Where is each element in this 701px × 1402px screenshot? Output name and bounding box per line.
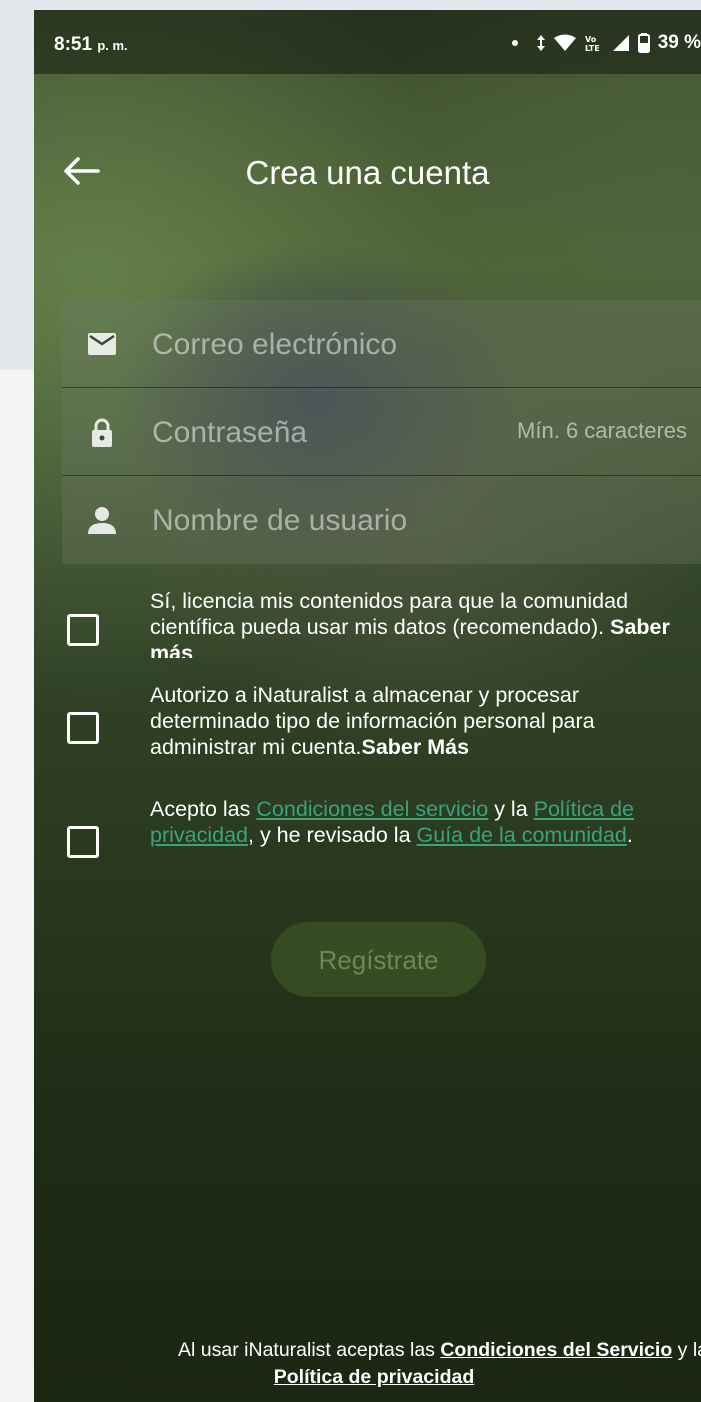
- wifi-icon: [553, 34, 576, 51]
- username-field-row: [62, 476, 701, 565]
- lock-icon: [92, 418, 112, 447]
- register-button[interactable]: Regístrate: [271, 922, 486, 997]
- terms-of-service-link[interactable]: Condiciones del servicio: [256, 797, 488, 821]
- terms-consent-text: Acepto las Condiciones del servicio y la…: [150, 797, 635, 847]
- svg-text:Vo: Vo: [585, 35, 597, 44]
- svg-text:LTE: LTE: [585, 44, 600, 53]
- volte-icon: VoLTE: [585, 35, 600, 53]
- status-bar: 8:51 p. m. Vo LTE 39 %: [34, 10, 701, 74]
- footer-privacy-link[interactable]: Política de privacidad: [274, 1366, 474, 1388]
- password-hint: Mín. 6 caracteres: [517, 418, 687, 443]
- data-arrows-icon: [536, 35, 545, 51]
- password-field-row: Mín. 6 caracteres: [62, 388, 701, 477]
- personal-info-consent-text: Autorizo a iNaturalist a almacenar y pro…: [150, 683, 595, 759]
- phone-screen: 8:51 p. m. Vo LTE 39 % Crea una cuenta C…: [34, 10, 701, 1402]
- email-field[interactable]: [150, 300, 674, 389]
- battery-level: 39 %: [657, 32, 701, 53]
- username-field[interactable]: [150, 476, 674, 565]
- signup-form: Mín. 6 caracteres: [62, 300, 701, 565]
- signal-icon: [612, 35, 629, 51]
- personal-info-learn-more-link[interactable]: Saber Más: [362, 735, 470, 759]
- license-checkbox[interactable]: [67, 614, 99, 646]
- email-field-row: [62, 300, 701, 389]
- status-icons: Vo LTE 39 %: [511, 32, 701, 54]
- page-title: Crea una cuenta: [245, 154, 490, 191]
- footer-line-1: Al usar iNaturalist aceptas las Condicio…: [178, 1339, 701, 1361]
- license-consent-text: Sí, licencia mis contenidos para que la …: [150, 588, 680, 658]
- footer-line-2: Política de privacidad: [54, 1364, 694, 1391]
- status-period: p. m.: [97, 38, 128, 53]
- personal-info-checkbox[interactable]: [67, 712, 99, 744]
- notification-dot-icon: [511, 40, 518, 46]
- terms-checkbox[interactable]: [67, 826, 99, 858]
- battery-icon: [637, 33, 650, 53]
- status-time: 8:51 p. m.: [54, 34, 128, 55]
- community-guidelines-link[interactable]: Guía de la comunidad: [417, 823, 627, 847]
- mail-icon: [88, 333, 116, 355]
- footer-terms-link[interactable]: Condiciones del Servicio: [440, 1339, 672, 1361]
- person-icon: [88, 507, 116, 534]
